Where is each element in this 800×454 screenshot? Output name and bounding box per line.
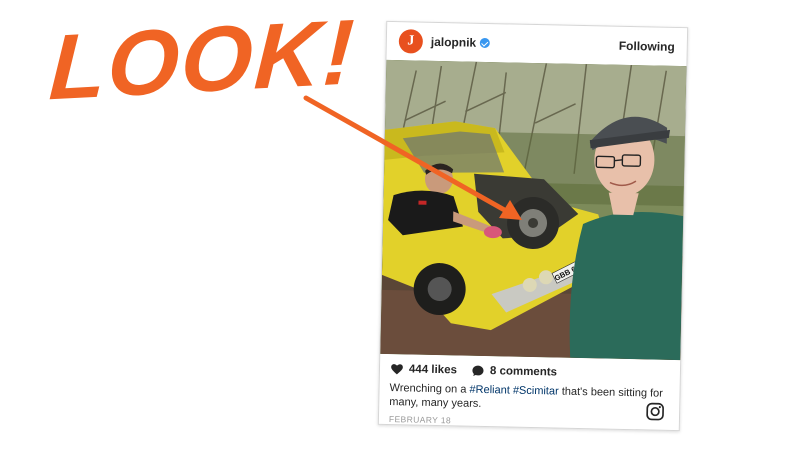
hashtag-reliant[interactable]: #Reliant	[469, 384, 510, 397]
instagram-post-card: J jalopnik Following GBB 606M 444 likes …	[377, 20, 689, 432]
post-stats: 444 likes 8 comments	[390, 360, 670, 384]
caption-text: Wrenching on a	[389, 382, 470, 396]
instagram-icon[interactable]	[645, 401, 665, 421]
likes-count[interactable]: 444 likes	[409, 363, 457, 376]
post-photo[interactable]: GBB 606M	[380, 59, 687, 361]
post-footer: 444 likes 8 comments Wrenching on a #Rel…	[379, 354, 680, 430]
heart-icon[interactable]	[390, 362, 404, 376]
comments-count[interactable]: 8 comments	[490, 365, 557, 378]
look-headline: LOOK!	[46, 0, 359, 120]
hashtag-scimitar[interactable]: #Scimitar	[513, 385, 559, 398]
verified-badge-icon	[480, 37, 491, 49]
stage: LOOK! J jalopnik Following GBB 606M 444 …	[0, 0, 800, 454]
avatar[interactable]: J	[398, 29, 424, 54]
username[interactable]: jalopnik	[431, 35, 477, 50]
post-date: FEBRUARY 18	[388, 414, 452, 426]
post-caption: Wrenching on a #Reliant #Scimitar that's…	[389, 381, 670, 415]
comment-icon[interactable]	[471, 364, 485, 378]
post-header: J jalopnik Following	[386, 22, 687, 66]
following-button[interactable]: Following	[619, 39, 675, 54]
